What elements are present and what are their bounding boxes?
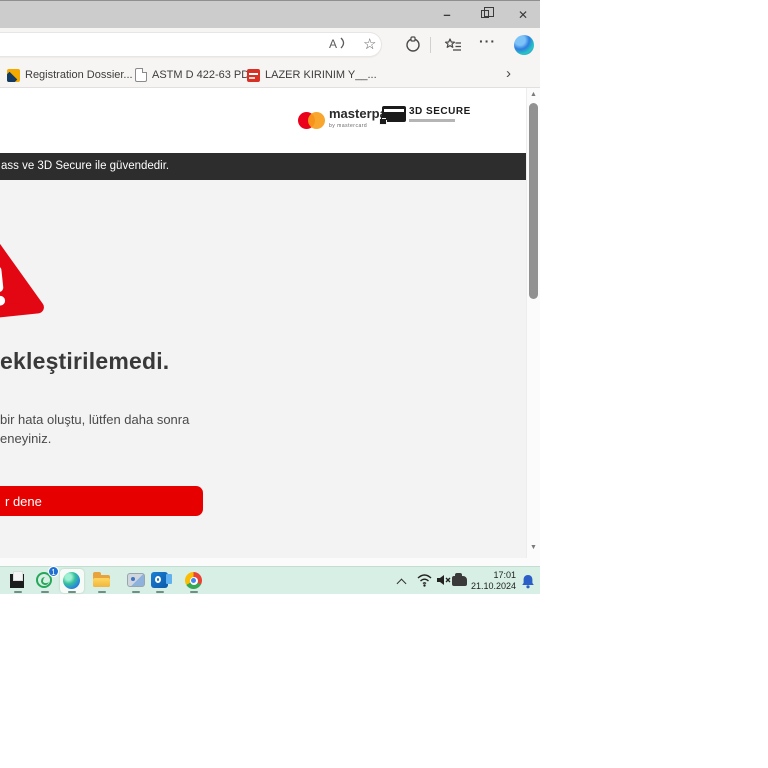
bookmark-item[interactable]: Registration Dossier... [7, 67, 133, 83]
page-scrollbar[interactable]: ▲ ▼ [526, 88, 540, 558]
bookmarks-overflow-chevron[interactable]: › [506, 65, 511, 82]
desktop-canvas: – ✕ A ☆ ··· Registration Dossier... ASTM… [0, 0, 768, 768]
scroll-up-arrow-icon[interactable]: ▲ [527, 91, 540, 98]
bookmark-item[interactable]: LAZER KIRINIM Y__... [247, 67, 377, 83]
settings-menu-icon[interactable]: ··· [479, 33, 496, 49]
browser-window: – ✕ A ☆ ··· Registration Dossier... ASTM… [0, 0, 540, 594]
error-message-line1: bir hata oluştu, lütfen daha sonra [0, 412, 190, 427]
echa-favicon [7, 68, 20, 82]
bookmark-label: LAZER KIRINIM Y__... [265, 69, 377, 81]
taskbar-photos-icon[interactable] [126, 570, 146, 593]
running-indicator [132, 591, 140, 593]
titlebar: – ✕ [0, 0, 540, 28]
3d-secure-logo: 3D SECURE [379, 106, 471, 125]
bookmark-item[interactable]: ASTM D 422-63 PDF [135, 67, 256, 83]
favorites-hub-icon[interactable] [444, 36, 462, 54]
taskbar-file-explorer-icon[interactable] [92, 570, 112, 593]
error-message-line2: eneyiniz. [0, 431, 52, 446]
volume-muted-icon[interactable] [436, 574, 451, 586]
tray-expand-chevron-icon[interactable] [396, 578, 407, 589]
secure-card-icon [379, 106, 406, 125]
document-icon [135, 68, 147, 82]
copilot-icon[interactable] [514, 35, 534, 55]
secure-subtext-line [409, 119, 455, 122]
read-aloud-icon[interactable]: A [329, 37, 345, 51]
mastercard-circles-icon [298, 111, 325, 129]
toolbar-divider [430, 37, 431, 53]
payment-logo-row: masterpass by mastercard 3D SECURE [0, 104, 527, 140]
secure-wordmark: 3D SECURE [409, 106, 471, 117]
tray-date: 21.10.2024 [470, 581, 516, 591]
running-indicator [68, 591, 76, 593]
retry-button[interactable]: r dene [0, 486, 203, 516]
browser-toolbar: A ☆ ··· [0, 28, 540, 62]
scrollbar-thumb[interactable] [529, 103, 538, 299]
warning-icon [0, 240, 44, 322]
minimize-button[interactable]: – [430, 5, 464, 25]
restore-button[interactable] [468, 5, 502, 25]
taskbar-outlook-icon[interactable] [150, 570, 172, 593]
bookmarks-bar: Registration Dossier... ASTM D 422-63 PD… [0, 62, 540, 88]
pdf-icon [247, 68, 260, 82]
security-banner: ass ve 3D Secure ile güvendedir. [0, 153, 527, 180]
running-indicator [98, 591, 106, 593]
read-aloud-glyph: A [329, 37, 338, 51]
tray-device-icon[interactable] [452, 573, 467, 586]
error-content: ekleştirilemedi. bir hata oluştu, lütfen… [0, 180, 527, 558]
error-heading: ekleştirilemedi. [0, 348, 170, 374]
taskbar-edge-icon[interactable] [62, 570, 82, 593]
running-indicator [190, 591, 198, 593]
running-indicator [156, 591, 164, 593]
running-indicator [14, 591, 22, 593]
taskbar: 1 17:01 21.10.2024 [0, 566, 540, 594]
extensions-icon[interactable] [404, 36, 422, 54]
add-favorite-icon[interactable]: ☆ [363, 35, 376, 53]
error-message: bir hata oluştu, lütfen daha sonra eneyi… [0, 410, 189, 448]
address-bar[interactable]: A ☆ [0, 32, 382, 57]
window-bottom-strip [0, 558, 540, 566]
taskbar-chrome-icon[interactable] [184, 570, 204, 593]
taskbar-whatsapp-icon[interactable]: 1 [35, 566, 59, 593]
whatsapp-notification-badge: 1 [48, 566, 59, 577]
notification-bell-icon[interactable] [521, 574, 535, 589]
close-button[interactable]: ✕ [506, 5, 540, 25]
bookmark-label: ASTM D 422-63 PDF [152, 69, 256, 81]
lock-icon [379, 115, 387, 125]
bookmark-label: Registration Dossier... [25, 69, 133, 81]
scroll-down-arrow-icon[interactable]: ▼ [527, 544, 540, 551]
taskbar-app-black-icon[interactable] [8, 570, 28, 593]
page-content: masterpass by mastercard 3D SECURE ass v… [0, 88, 540, 558]
restore-icon [481, 7, 494, 18]
tray-time: 17:01 [493, 570, 516, 580]
tray-clock[interactable]: 17:01 21.10.2024 [470, 570, 516, 592]
running-indicator [41, 591, 49, 593]
wifi-icon[interactable] [417, 574, 432, 587]
